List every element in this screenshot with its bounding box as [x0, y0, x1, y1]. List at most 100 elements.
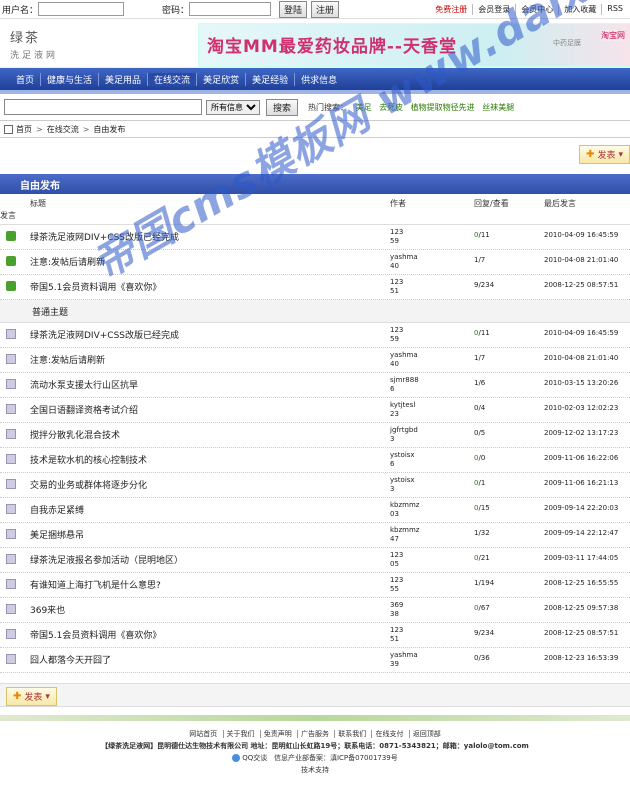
topic-title[interactable]: 帝国5.1会员资料调用《喜欢你》 — [30, 628, 161, 641]
chevron-down-icon: ▾ — [618, 149, 623, 160]
topic-title[interactable]: 全国日语翻译资格考试介绍 — [30, 403, 138, 416]
nav-item-health[interactable]: 健康与生活 — [40, 72, 98, 86]
hot-keyword[interactable]: 植物提取物径先进 — [411, 103, 475, 112]
footer-link[interactable]: 返回顶部 — [408, 730, 444, 738]
topic-author[interactable]: ystoisx 6 — [390, 451, 415, 469]
topic-title[interactable]: 囧人都落今天开囧了 — [30, 653, 111, 666]
table-row[interactable]: 369来也 369 38 0/67 2008-12-25 09:57:38 — [0, 598, 630, 623]
search-scope-select[interactable]: 所有信息 — [206, 99, 260, 115]
topic-icon — [6, 329, 16, 339]
last-post-time: 2009-03-11 17:44:05 — [544, 554, 619, 562]
nav-item-online[interactable]: 在线交流 — [147, 72, 197, 86]
topic-author[interactable]: 123 55 — [390, 576, 403, 594]
post-button-top[interactable]: ✚ 发表 ▾ — [579, 145, 630, 164]
topic-author[interactable]: 123 59 — [390, 326, 403, 344]
link-add-favorite[interactable]: 加入收藏 — [558, 4, 601, 15]
qq-link[interactable]: QQ交谈 — [242, 754, 267, 762]
footer-link[interactable]: 关于我们 — [222, 730, 258, 738]
reply-views: 0/4 — [474, 404, 485, 412]
topic-author[interactable]: 369 38 — [390, 601, 403, 619]
topic-author[interactable]: ystoisx 3 — [390, 476, 415, 494]
footer-link[interactable]: 免责声明 — [259, 730, 295, 738]
table-row[interactable]: 绿茶洗足液网DIV+CSS改版已经完成 123 59 0/11 2010-04-09 1… — [0, 225, 630, 250]
post-button-bottom[interactable]: ✚ 发表 ▾ — [6, 687, 57, 706]
table-row[interactable]: 绿茶洗足液网DIV+CSS改版已经完成 123 59 0/11 2010-04-09 1… — [0, 323, 630, 348]
search-input[interactable] — [4, 99, 202, 115]
topic-title[interactable]: 自我赤足紧缚 — [30, 503, 84, 516]
topic-title[interactable]: 绿茶洗足液网DIV+CSS改版已经完成 — [30, 230, 179, 243]
topic-author[interactable]: kytjtesl 23 — [390, 401, 415, 419]
topic-author[interactable]: 123 05 — [390, 551, 403, 569]
hot-keyword[interactable]: 丝袜美腿 — [482, 103, 514, 112]
topic-author[interactable]: sjmr888 6 — [390, 376, 419, 394]
topic-title[interactable]: 绿茶洗足液报名参加活动（昆明地区） — [30, 553, 183, 566]
table-row[interactable]: 有谁知道上海打飞机是什么意思? 123 55 1/194 2008-12-25 16:5… — [0, 573, 630, 598]
topic-title[interactable]: 交易的业务或群体将逐步分化 — [30, 478, 147, 491]
table-row[interactable]: 搅拌分散乳化混合技术 jgfrtgbd 3 0/5 2009-12-02 13:17:2… — [0, 423, 630, 448]
table-row[interactable]: 交易的业务或群体将逐步分化 ystoisx 3 0/1 2009-11-06 16:21… — [0, 473, 630, 498]
table-row[interactable]: 自我赤足紧缚 kbzmmz 03 0/15 2009-09-14 22:20:03 — [0, 498, 630, 523]
topic-title[interactable]: 流动水泵支援太行山区抗旱 — [30, 378, 138, 391]
register-button[interactable]: 注册 — [311, 0, 340, 18]
footer-link[interactable]: 网站首页 — [186, 730, 220, 738]
topic-author[interactable]: 123 59 — [390, 228, 403, 246]
topic-title[interactable]: 注意:发帖后请刷新 — [30, 255, 105, 268]
topic-author[interactable]: kbzmmz 47 — [390, 526, 419, 544]
topic-title[interactable]: 技术是软水机的核心控制技术 — [30, 453, 147, 466]
table-row[interactable]: 流动水泵支援太行山区抗旱 sjmr888 6 1/6 2010-03-15 13:20:… — [0, 373, 630, 398]
link-rss[interactable]: RSS — [601, 4, 628, 15]
nav-item-gallery[interactable]: 美足欣赏 — [196, 72, 245, 86]
footer-link[interactable]: 在线支付 — [371, 730, 407, 738]
topic-title[interactable]: 注意:发帖后请刷新 — [30, 353, 105, 366]
topic-title[interactable]: 369来也 — [30, 603, 65, 616]
table-row[interactable]: 帝国5.1会员资料调用《喜欢你》 123 51 9/234 2008-12-25 08:… — [0, 275, 630, 300]
nav-item-supply[interactable]: 供求信息 — [294, 72, 343, 86]
breadcrumb-home[interactable]: 首页 — [16, 124, 32, 135]
topic-icon — [6, 554, 16, 564]
reply-views: 1/6 — [474, 379, 485, 387]
link-free-register[interactable]: 免费注册 — [430, 4, 472, 15]
reply-views: 0/67 — [474, 604, 490, 612]
table-row[interactable]: 绿茶洗足液报名参加活动（昆明地区） 123 05 0/21 2009-03-11 17:… — [0, 548, 630, 573]
ad-banner[interactable]: 淘宝MM最爱药妆品牌--天香堂 中药足膜 淘宝网 — [198, 23, 630, 67]
topic-author[interactable]: yashma 39 — [390, 651, 418, 669]
topic-title[interactable]: 美足捆绑悬吊 — [30, 528, 84, 541]
footer-link[interactable]: 广告服务 — [297, 730, 332, 738]
topic-title[interactable]: 搅拌分散乳化混合技术 — [30, 428, 120, 441]
table-row[interactable]: 全国日语翻译资格考试介绍 kytjtesl 23 0/4 2010-02-03 12:0… — [0, 398, 630, 423]
topic-author[interactable]: yashma 40 — [390, 351, 418, 369]
hot-keyword[interactable]: 美足 — [356, 103, 372, 112]
view-count: 1/32 — [474, 529, 490, 537]
hot-keyword[interactable]: 去死皮 — [379, 103, 403, 112]
username-input[interactable] — [38, 2, 125, 16]
topic-author[interactable]: 123 51 — [390, 626, 403, 644]
nav-item-products[interactable]: 美足用品 — [98, 72, 147, 86]
table-row[interactable]: 技术是软水机的核心控制技术 ystoisx 6 0/0 2009-11-06 16:22… — [0, 448, 630, 473]
topic-title[interactable]: 绿茶洗足液网DIV+CSS改版已经完成 — [30, 328, 179, 341]
footer-link[interactable]: 联系我们 — [334, 730, 370, 738]
table-row[interactable]: 美足捆绑悬吊 kbzmmz 47 1/32 2009-09-14 22:12:47 — [0, 523, 630, 548]
topic-title[interactable]: 帝国5.1会员资料调用《喜欢你》 — [30, 280, 161, 293]
topic-author[interactable]: kbzmmz 03 — [390, 501, 419, 519]
last-post-time: 2010-04-09 16:45:59 — [544, 329, 619, 337]
nav-item-experience[interactable]: 美足经验 — [245, 72, 294, 86]
breadcrumb-online[interactable]: 在线交流 — [47, 124, 79, 135]
password-input[interactable] — [189, 2, 272, 16]
footer-icp[interactable]: 信息产业部备案：滇ICP备07001739号 — [274, 754, 398, 762]
bottom-toolbar: ✚ 发表 ▾ — [0, 683, 630, 707]
topic-author[interactable]: jgfrtgbd 3 — [390, 426, 418, 444]
hot-search: 热门搜索： 美足 去死皮 植物提取物径先进 丝袜美腿 — [308, 102, 514, 113]
nav-item-home[interactable]: 首页 — [10, 73, 40, 86]
table-row[interactable]: 注意:发帖后请刷新 yashma 40 1/7 2010-04-08 21:01:40 — [0, 348, 630, 373]
link-member-center[interactable]: 会员中心 — [515, 4, 558, 15]
search-button[interactable]: 搜索 — [266, 98, 299, 116]
table-row[interactable]: 注意:发帖后请刷新 yashma 40 1/7 2010-04-08 21:01:40 — [0, 250, 630, 275]
link-member-login[interactable]: 会员登录 — [472, 4, 515, 15]
topic-author[interactable]: 123 51 — [390, 278, 403, 296]
topic-title[interactable]: 有谁知道上海打飞机是什么意思? — [30, 578, 161, 591]
login-button[interactable]: 登陆 — [279, 0, 308, 18]
table-row[interactable]: 帝国5.1会员资料调用《喜欢你》 123 51 9/234 2008-12-25 08:… — [0, 623, 630, 648]
table-row[interactable]: 囧人都落今天开囧了 yashma 39 0/36 2008-12-23 16:53:39 — [0, 648, 630, 673]
topic-author[interactable]: yashma 40 — [390, 253, 418, 271]
site-logo[interactable]: 绿茶 洗足液网 — [10, 27, 90, 63]
